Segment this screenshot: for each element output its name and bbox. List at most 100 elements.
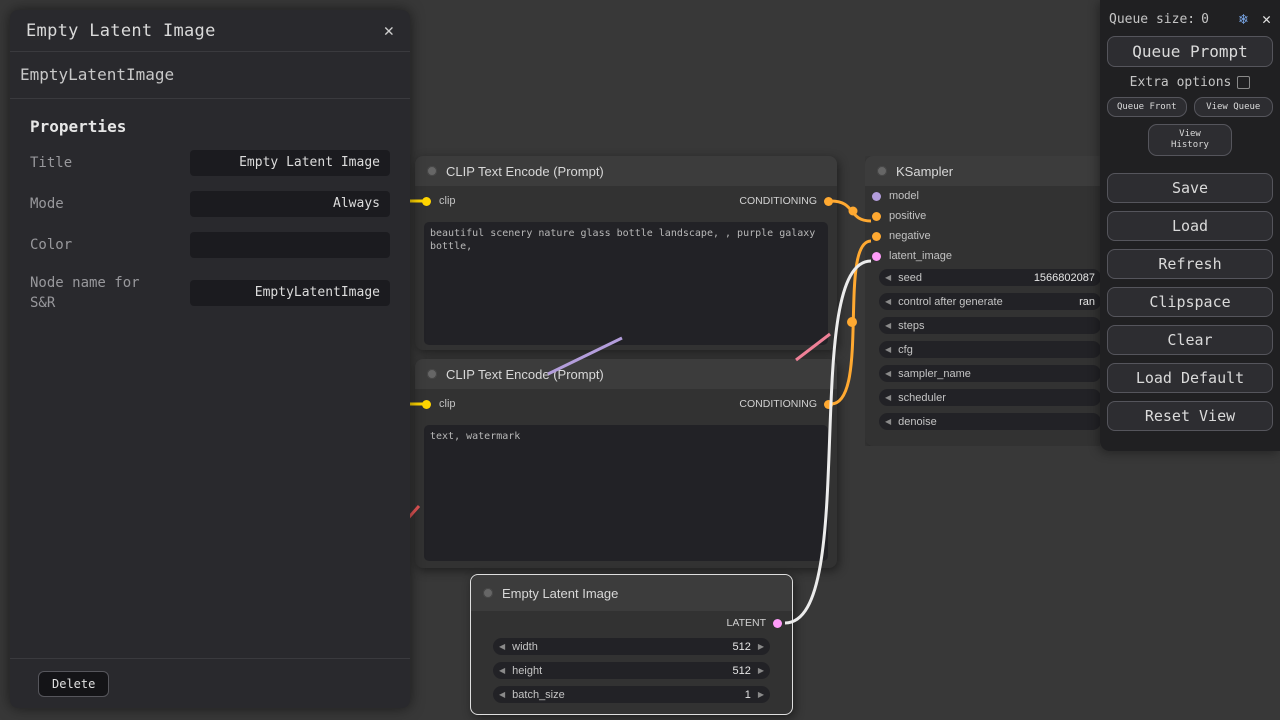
queue-front-button[interactable]: Queue Front [1107, 97, 1187, 117]
mode-field-label: Mode [30, 194, 150, 214]
seed-widget[interactable]: ◀ seed 1566802087 [879, 269, 1101, 286]
decrement-arrow-icon[interactable]: ◀ [885, 322, 891, 330]
input-slot-model-icon[interactable] [872, 192, 881, 201]
close-icon[interactable]: ✕ [1262, 10, 1271, 28]
decrement-arrow-icon[interactable]: ◀ [885, 346, 891, 354]
node-name-field-label: Node name for S&R [30, 273, 150, 313]
reset-view-button[interactable]: Reset View [1107, 401, 1273, 431]
node-titlebar[interactable]: Empty Latent Image [471, 575, 792, 611]
mode-select[interactable]: Always [190, 191, 390, 217]
scheduler-widget[interactable]: ◀ scheduler [879, 389, 1101, 406]
node-properties-dialog: Empty Latent Image ✕ EmptyLatentImage Pr… [10, 10, 410, 708]
slot-row: LATENT [471, 613, 792, 633]
steps-widget[interactable]: ◀ steps [879, 317, 1101, 334]
field-row: Mode Always [30, 191, 390, 217]
node-titlebar[interactable]: KSampler [865, 156, 1115, 186]
title-field-label: Title [30, 153, 150, 173]
decrement-arrow-icon[interactable]: ◀ [885, 394, 891, 402]
load-default-button[interactable]: Load Default [1107, 363, 1273, 393]
increment-arrow-icon[interactable]: ▶ [758, 643, 764, 651]
view-history-button[interactable]: View History [1148, 124, 1232, 156]
decrement-arrow-icon[interactable]: ◀ [885, 418, 891, 426]
widget-label: batch_size [512, 689, 565, 701]
snowflake-icon[interactable]: ❄ [1239, 10, 1248, 28]
prompt-text-input[interactable]: text, watermark [424, 425, 828, 561]
widget-value: 1566802087 [1034, 272, 1095, 284]
control-after-generate-widget[interactable]: ◀ control after generate ran [879, 293, 1101, 310]
widget-label: steps [898, 320, 924, 332]
widget-label: cfg [898, 344, 913, 356]
node-title: CLIP Text Encode (Prompt) [446, 367, 604, 382]
input-slot-clip-icon[interactable] [422, 400, 431, 409]
denoise-widget[interactable]: ◀ denoise [879, 413, 1101, 430]
input-slot-clip-icon[interactable] [422, 197, 431, 206]
widget-label: control after generate [898, 296, 1003, 308]
height-widget[interactable]: ◀ height 512 ▶ [493, 662, 770, 679]
save-button[interactable]: Save [1107, 173, 1273, 203]
node-clip-text-encode-positive[interactable]: CLIP Text Encode (Prompt) clip CONDITION… [415, 156, 837, 350]
field-row: Node name for S&R EmptyLatentImage [30, 273, 390, 313]
output-slot-conditioning-icon[interactable] [824, 400, 833, 409]
input-label: model [889, 190, 919, 202]
output-slot-conditioning-icon[interactable] [824, 197, 833, 206]
decrement-arrow-icon[interactable]: ◀ [499, 691, 505, 699]
queue-size-value: 0 [1201, 12, 1209, 27]
extra-options-checkbox[interactable] [1237, 76, 1250, 89]
node-title: Empty Latent Image [502, 586, 618, 601]
collapse-dot-icon[interactable] [483, 588, 493, 598]
sampler-name-widget[interactable]: ◀ sampler_name [879, 365, 1101, 382]
width-widget[interactable]: ◀ width 512 ▶ [493, 638, 770, 655]
node-ksampler[interactable]: KSampler model positive negative latent_… [865, 156, 1115, 446]
queue-prompt-button[interactable]: Queue Prompt [1107, 36, 1273, 67]
widget-label: scheduler [898, 392, 946, 404]
collapse-dot-icon[interactable] [877, 166, 887, 176]
close-icon[interactable]: ✕ [384, 21, 394, 41]
queue-size-label: Queue size: [1109, 12, 1195, 27]
decrement-arrow-icon[interactable]: ◀ [885, 370, 891, 378]
view-queue-button[interactable]: View Queue [1194, 97, 1274, 117]
decrement-arrow-icon[interactable]: ◀ [885, 298, 891, 306]
widget-value: 1 [745, 689, 751, 701]
input-slot-latent-image-icon[interactable] [872, 252, 881, 261]
wire-midpoint-dot[interactable] [847, 317, 857, 327]
slot-row: clip CONDITIONING [415, 191, 837, 211]
increment-arrow-icon[interactable]: ▶ [758, 667, 764, 675]
collapse-dot-icon[interactable] [427, 166, 437, 176]
node-titlebar[interactable]: CLIP Text Encode (Prompt) [415, 156, 837, 186]
input-slot-positive-icon[interactable] [872, 212, 881, 221]
clipspace-button[interactable]: Clipspace [1107, 287, 1273, 317]
title-input[interactable]: Empty Latent Image [190, 150, 390, 176]
wire-midpoint-dot[interactable] [849, 207, 858, 216]
collapse-dot-icon[interactable] [427, 369, 437, 379]
input-label: positive [889, 210, 926, 222]
batch-size-widget[interactable]: ◀ batch_size 1 ▶ [493, 686, 770, 703]
slot-row: latent_image [865, 246, 1115, 266]
widget-label: denoise [898, 416, 937, 428]
dialog-title: Empty Latent Image [26, 21, 216, 41]
node-clip-text-encode-negative[interactable]: CLIP Text Encode (Prompt) clip CONDITION… [415, 359, 837, 568]
color-input[interactable] [190, 232, 390, 258]
input-label: negative [889, 230, 931, 242]
input-label: clip [439, 195, 456, 207]
decrement-arrow-icon[interactable]: ◀ [499, 667, 505, 675]
slot-row: clip CONDITIONING [415, 394, 837, 414]
decrement-arrow-icon[interactable]: ◀ [885, 274, 891, 282]
decrement-arrow-icon[interactable]: ◀ [499, 643, 505, 651]
clear-button[interactable]: Clear [1107, 325, 1273, 355]
delete-button[interactable]: Delete [38, 671, 109, 697]
cfg-widget[interactable]: ◀ cfg [879, 341, 1101, 358]
node-empty-latent-image[interactable]: Empty Latent Image LATENT ◀ width 512 ▶ … [470, 574, 793, 715]
slot-row: positive [865, 206, 1115, 226]
input-label: clip [439, 398, 456, 410]
load-button[interactable]: Load [1107, 211, 1273, 241]
prompt-text-input[interactable]: beautiful scenery nature glass bottle la… [424, 222, 828, 345]
output-slot-latent-icon[interactable] [773, 619, 782, 628]
node-titlebar[interactable]: CLIP Text Encode (Prompt) [415, 359, 837, 389]
output-label: CONDITIONING [739, 195, 817, 207]
node-name-input[interactable]: EmptyLatentImage [190, 280, 390, 306]
increment-arrow-icon[interactable]: ▶ [758, 691, 764, 699]
extra-options-label: Extra options [1130, 75, 1232, 90]
output-label: LATENT [727, 617, 766, 629]
refresh-button[interactable]: Refresh [1107, 249, 1273, 279]
input-slot-negative-icon[interactable] [872, 232, 881, 241]
